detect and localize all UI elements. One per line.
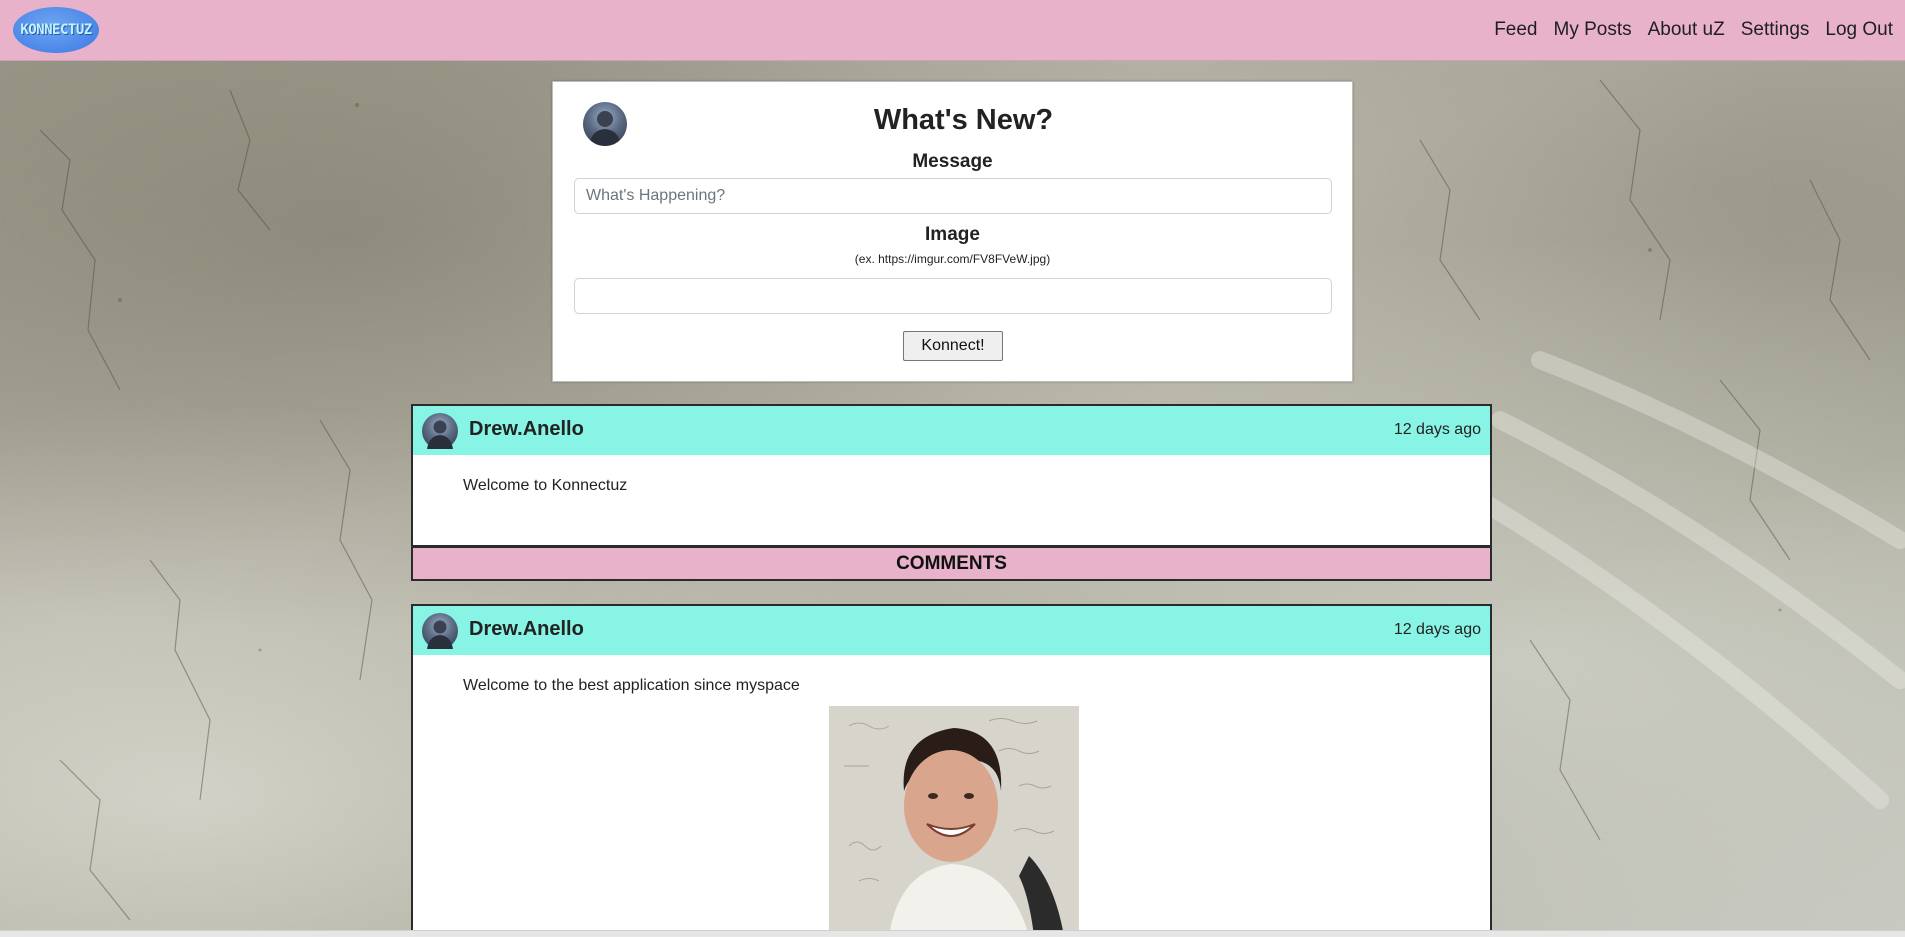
- post-card: Drew.Anello 12 days ago Welcome to the b…: [411, 604, 1492, 937]
- post-text: Welcome to the best application since my…: [463, 677, 800, 694]
- avatar[interactable]: [422, 413, 458, 449]
- nav-my-posts[interactable]: My Posts: [1554, 19, 1632, 41]
- nav-links: Feed My Posts About uZ Settings Log Out: [1478, 0, 1893, 60]
- post-image: [829, 706, 1079, 936]
- image-hint: (ex. https://imgur.com/FV8FVeW.jpg): [854, 252, 1051, 266]
- image-url-input[interactable]: [574, 278, 1332, 314]
- logo-text: KONNECTUZ: [20, 22, 92, 38]
- message-label: Message: [912, 151, 993, 172]
- nav-settings[interactable]: Settings: [1741, 19, 1810, 41]
- new-post-title: What's New?: [873, 104, 1054, 136]
- nav-log-out[interactable]: Log Out: [1825, 19, 1893, 41]
- post-card: Drew.Anello 12 days ago Welcome to Konne…: [411, 404, 1492, 547]
- konnectuz-logo[interactable]: KONNECTUZ: [13, 7, 99, 53]
- post-timestamp: 12 days ago: [1393, 621, 1481, 638]
- post-header: Drew.Anello 12 days ago: [413, 406, 1490, 455]
- nav-about-uz[interactable]: About uZ: [1648, 19, 1725, 41]
- message-input[interactable]: [574, 178, 1332, 214]
- comments-toggle[interactable]: COMMENTS: [411, 546, 1492, 581]
- konnect-submit-button[interactable]: Konnect!: [903, 331, 1003, 361]
- top-navbar: KONNECTUZ Feed My Posts About uZ Setting…: [0, 0, 1905, 61]
- image-label: Image: [925, 224, 980, 245]
- post-author[interactable]: Drew.Anello: [469, 618, 584, 641]
- post-author[interactable]: Drew.Anello: [469, 418, 584, 441]
- post-timestamp: 12 days ago: [1393, 421, 1481, 438]
- horizontal-scrollbar[interactable]: [0, 930, 1905, 937]
- nav-feed[interactable]: Feed: [1494, 19, 1537, 41]
- post-text: Welcome to Konnectuz: [463, 477, 628, 494]
- user-avatar-icon: [427, 620, 453, 649]
- new-post-card: What's New? Message Image (ex. https://i…: [552, 81, 1353, 382]
- post-header: Drew.Anello 12 days ago: [413, 606, 1490, 655]
- user-avatar-icon: [427, 420, 453, 449]
- avatar[interactable]: [422, 613, 458, 649]
- person-photo: [829, 706, 1079, 936]
